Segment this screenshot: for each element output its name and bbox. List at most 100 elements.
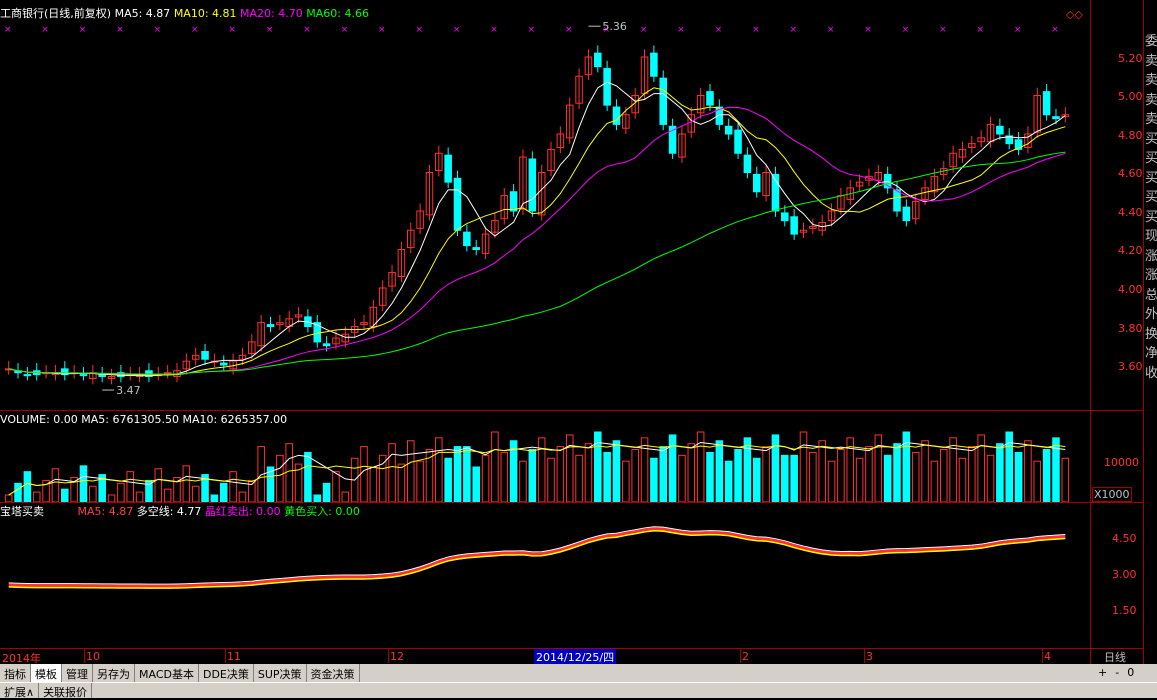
candle-body[interactable] [444,154,452,183]
candle-body[interactable] [219,362,228,366]
volume-bar [893,443,901,502]
low-price-label: 3.47 [116,384,140,397]
volume-bar [1014,451,1023,502]
volume-bar [219,482,228,502]
volume-bar [762,446,770,502]
candle-body[interactable] [706,91,714,106]
tab-indicator[interactable]: 指标 [0,664,31,682]
volume-bar [640,437,649,502]
side-panel-label: 涨 [1145,268,1157,283]
candle-body[interactable] [902,206,911,222]
candle-body[interactable] [743,154,752,174]
tab-template[interactable]: 模板 [31,664,62,682]
volume-bar [182,465,191,502]
month-tick [225,649,226,663]
candle-body[interactable] [453,177,462,231]
volume-bar [304,451,312,502]
candle-body[interactable] [98,374,106,378]
date-month: 3 [866,650,873,663]
volume-bar [650,457,658,502]
side-panel-label: 收 [1145,365,1157,381]
volume-bar [1042,449,1051,502]
signal-mark: × [864,25,872,35]
expand-button[interactable]: 扩展∧ [0,683,40,699]
month-tick [1042,649,1043,663]
candle-body[interactable] [79,374,88,377]
volume-bar [135,491,144,502]
volume-bar [958,457,967,502]
tab-macd[interactable]: MACD基本 [135,664,199,682]
related-quote-button[interactable]: 关联报价 [39,683,93,699]
candle-body[interactable] [603,68,611,106]
tab-manage[interactable]: 管理 [62,664,93,682]
ma10-line [8,87,1066,376]
volume-bar [519,460,527,502]
candle-body[interactable] [724,125,733,135]
volume-bar [799,431,808,502]
zoom-out-button[interactable]: - [1115,666,1119,679]
volume-bar [14,482,22,502]
candle-body[interactable] [528,158,537,212]
volume-bar [547,457,555,502]
indicator-yellow-line [8,530,1066,589]
side-panel-label: 买 [1145,209,1157,225]
volume-bar [556,446,565,502]
candle-body[interactable] [594,52,602,68]
candle-body[interactable] [266,324,275,328]
volume-bar [23,471,32,502]
volume-bar [435,437,443,502]
candle-body[interactable] [893,189,901,212]
side-panel-label: 换 [1145,326,1157,342]
candle-body[interactable] [734,129,742,154]
candle-body[interactable] [650,52,658,77]
signal-mark: × [789,25,797,35]
candle-body[interactable] [659,77,668,125]
signal-mark: × [565,25,573,35]
tab-save-as[interactable]: 另存为 [93,664,135,682]
volume-bar [986,454,995,502]
volume-bar [332,471,340,502]
volume-bar [687,443,696,502]
volume-bar [1052,437,1060,502]
price-tick: 4.20 [1118,244,1143,257]
volume-bar [491,431,499,502]
candle-body[interactable] [996,125,1004,135]
volume-bar [837,449,845,502]
candle-body[interactable] [472,247,480,250]
period-button[interactable]: 日线 [1104,649,1126,665]
tab-funds[interactable]: 资金决策 [307,664,360,682]
volume-bar [463,446,471,502]
volume-bar [949,437,957,502]
volume-bar [238,491,247,502]
zoom-level: 0 [1127,666,1135,679]
volume-bar [752,457,761,502]
candle-body[interactable] [790,216,798,235]
candle-body[interactable] [23,374,32,377]
signal-mark: × [4,25,12,35]
candle-body[interactable] [463,231,471,247]
signal-mark: × [378,25,386,35]
volume-bar [968,446,976,502]
tab-sup[interactable]: SUP决策 [254,664,307,682]
zoom-in-button[interactable]: + [1098,666,1107,679]
candle-body[interactable] [1052,116,1060,120]
candle-body[interactable] [201,351,209,360]
volume-bar [154,468,163,502]
tab-dde[interactable]: DDE决策 [199,664,254,682]
volume-unit: X1000 [1092,487,1132,502]
candle-body[interactable] [781,212,789,222]
candle-body[interactable] [1042,91,1051,116]
candle-body[interactable] [612,106,621,125]
side-panel-label: 卖 [1145,112,1157,127]
volume-bar [575,454,583,502]
price-tick: 4.60 [1118,167,1143,180]
volume-bar [537,437,546,502]
price-tick: 5.00 [1118,90,1143,103]
candle-body[interactable] [322,343,331,347]
candle-body[interactable] [752,173,761,193]
side-panel-label: 买 [1145,190,1157,205]
candle-body[interactable] [509,191,518,212]
volume-bar [612,440,621,502]
volume-bar [781,454,789,502]
volume-bar [210,494,219,502]
